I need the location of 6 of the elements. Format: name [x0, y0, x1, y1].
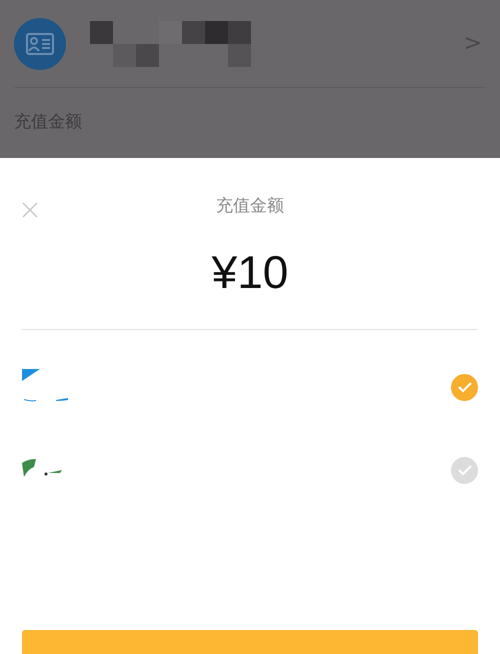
amount: ¥10: [212, 245, 288, 300]
close-icon[interactable]: [22, 202, 38, 218]
id-card-icon: [14, 18, 66, 70]
chevron[interactable]: >: [464, 27, 482, 60]
confirm-button[interactable]: [22, 630, 478, 654]
sheet-title: 充值金额: [216, 195, 284, 218]
